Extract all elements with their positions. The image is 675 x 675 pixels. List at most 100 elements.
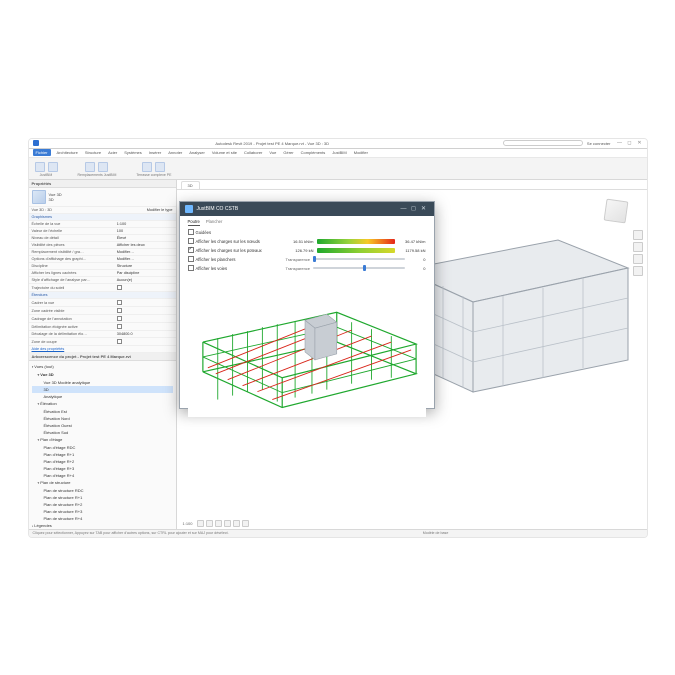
prop-value[interactable]: 1:100: [114, 221, 176, 228]
tree-node[interactable]: Vue 3D Modèle analytique: [32, 379, 173, 386]
prop-checkbox[interactable]: [114, 338, 176, 346]
tree-node[interactable]: Vue 3D: [32, 371, 173, 379]
tab-analyser[interactable]: Analyser: [188, 150, 206, 155]
tree-node[interactable]: Plan de structure R+4: [32, 515, 173, 522]
tab-modifier[interactable]: Modifier: [353, 150, 369, 155]
tab-justbim[interactable]: JustBIM: [331, 150, 347, 155]
transparency-slider[interactable]: [313, 258, 404, 260]
tree-node[interactable]: Plan d'étage R+3: [32, 465, 173, 472]
prop-group-graphismes[interactable]: Graphismes: [29, 214, 176, 221]
crop-icon[interactable]: [233, 520, 240, 527]
tree-node[interactable]: Plan d'étage R+2: [32, 458, 173, 465]
dialog-tab-poutre[interactable]: Poutre: [188, 219, 200, 226]
tab-vue[interactable]: Vue: [268, 150, 277, 155]
tab-complements[interactable]: Compléments: [300, 150, 327, 155]
tree-node[interactable]: Légendes: [32, 522, 173, 529]
tab-fichier[interactable]: Fichier: [33, 149, 51, 156]
project-tree[interactable]: Vues (tout)Vue 3DVue 3D Modèle analytiqu…: [29, 361, 176, 529]
visual-style-icon[interactable]: [206, 520, 213, 527]
ribbon-button[interactable]: [85, 162, 95, 172]
edit-type-button[interactable]: Modifier le type: [114, 207, 176, 214]
tab-inserer[interactable]: Insérer: [148, 150, 162, 155]
prop-checkbox[interactable]: [114, 315, 176, 323]
min-value: 126.79 kN: [286, 248, 314, 253]
tab-annoter[interactable]: Annoter: [167, 150, 183, 155]
tree-node[interactable]: 3D: [32, 386, 173, 393]
nav-zoom-icon[interactable]: [633, 254, 643, 264]
prop-checkbox[interactable]: [114, 323, 176, 331]
gradient-bar: [317, 248, 395, 253]
nav-wheel-icon[interactable]: [633, 230, 643, 240]
prop-value[interactable]: Par discipline: [114, 270, 176, 277]
prop-value[interactable]: Aucun(e): [114, 277, 176, 284]
ribbon-button[interactable]: [48, 162, 58, 172]
checkbox[interactable]: [188, 229, 194, 235]
prop-value[interactable]: Élevé: [114, 235, 176, 242]
search-input[interactable]: [503, 140, 583, 146]
prop-group-etendues[interactable]: Étendues: [29, 292, 176, 299]
ribbon-button[interactable]: [155, 162, 165, 172]
prop-value[interactable]: Structure: [114, 263, 176, 270]
tree-node[interactable]: Élévation Ouest: [32, 422, 173, 429]
prop-value[interactable]: 100: [114, 228, 176, 235]
ribbon-button[interactable]: [98, 162, 108, 172]
prop-value[interactable]: 304800.0: [114, 331, 176, 338]
tree-node[interactable]: Élévation: [32, 400, 173, 408]
close-button[interactable]: ✕: [637, 140, 643, 146]
prop-checkbox[interactable]: [114, 284, 176, 292]
checkbox[interactable]: [188, 247, 194, 253]
checkbox[interactable]: [188, 265, 194, 271]
shadows-icon[interactable]: [224, 520, 231, 527]
dialog-minimize-button[interactable]: —: [399, 206, 409, 212]
tab-collaborer[interactable]: Collaborer: [243, 150, 263, 155]
prop-value[interactable]: Modifier…: [114, 256, 176, 263]
tab-volume[interactable]: Volume et site: [211, 150, 238, 155]
tree-node[interactable]: Plan de structure RDC: [32, 487, 173, 494]
tree-node[interactable]: Plan d'étage RDC: [32, 444, 173, 451]
prop-value[interactable]: Afficher les deux: [114, 242, 176, 249]
sun-path-icon[interactable]: [215, 520, 222, 527]
user-signin[interactable]: Se connecter: [587, 141, 611, 146]
ribbon-button[interactable]: [35, 162, 45, 172]
tree-node[interactable]: Vues (tout): [32, 363, 173, 371]
checkbox[interactable]: [188, 238, 194, 244]
tree-node[interactable]: Plan de structure R+3: [32, 508, 173, 515]
dialog-maximize-button[interactable]: ◻: [409, 205, 419, 212]
tree-node[interactable]: Plan de structure: [32, 479, 173, 487]
instance-selector[interactable]: Vue 3D : 3D: [29, 207, 114, 214]
tab-gerer[interactable]: Gérer: [282, 150, 294, 155]
tab-acier[interactable]: Acier: [107, 150, 118, 155]
tree-node[interactable]: Élévation Sud: [32, 429, 173, 436]
doc-tab[interactable]: 3D: [181, 181, 200, 189]
view-scale[interactable]: 1:100: [181, 521, 195, 526]
tree-node[interactable]: Plan d'étage R+1: [32, 451, 173, 458]
tree-node[interactable]: Plan de structure R+1: [32, 494, 173, 501]
dialog-titlebar[interactable]: JustBIM CO CSTB — ◻ ✕: [180, 202, 434, 216]
tab-systemes[interactable]: Systèmes: [123, 150, 143, 155]
prop-checkbox[interactable]: [114, 299, 176, 307]
checkbox[interactable]: [188, 256, 194, 262]
tree-node[interactable]: Analytique: [32, 393, 173, 400]
tree-node[interactable]: Élévation Nord: [32, 415, 173, 422]
nav-orbit-icon[interactable]: [633, 266, 643, 276]
nav-pan-icon[interactable]: [633, 242, 643, 252]
dialog-tab-plancher[interactable]: Plancher: [206, 219, 223, 226]
tab-architecture[interactable]: Architecture: [56, 150, 79, 155]
detail-level-icon[interactable]: [197, 520, 204, 527]
hide-icon[interactable]: [242, 520, 249, 527]
tree-node[interactable]: Élévation Est: [32, 408, 173, 415]
prop-checkbox[interactable]: [114, 307, 176, 315]
prop-value[interactable]: Modifier…: [114, 249, 176, 256]
ribbon-button[interactable]: [142, 162, 152, 172]
minimize-button[interactable]: —: [617, 140, 623, 146]
dialog-close-button[interactable]: ✕: [419, 205, 429, 212]
tree-node[interactable]: Plan d'étage: [32, 436, 173, 444]
transparency-slider[interactable]: [313, 267, 404, 269]
tree-node[interactable]: Plan de structure R+2: [32, 501, 173, 508]
dialog-3d-preview[interactable]: [188, 277, 426, 417]
prop-label: Visibilité des pièces: [29, 242, 114, 249]
properties-help-link[interactable]: Aide des propriétés: [29, 346, 176, 353]
maximize-button[interactable]: ◻: [627, 140, 633, 146]
tab-structure[interactable]: Structure: [84, 150, 102, 155]
tree-node[interactable]: Plan d'étage R+4: [32, 472, 173, 479]
